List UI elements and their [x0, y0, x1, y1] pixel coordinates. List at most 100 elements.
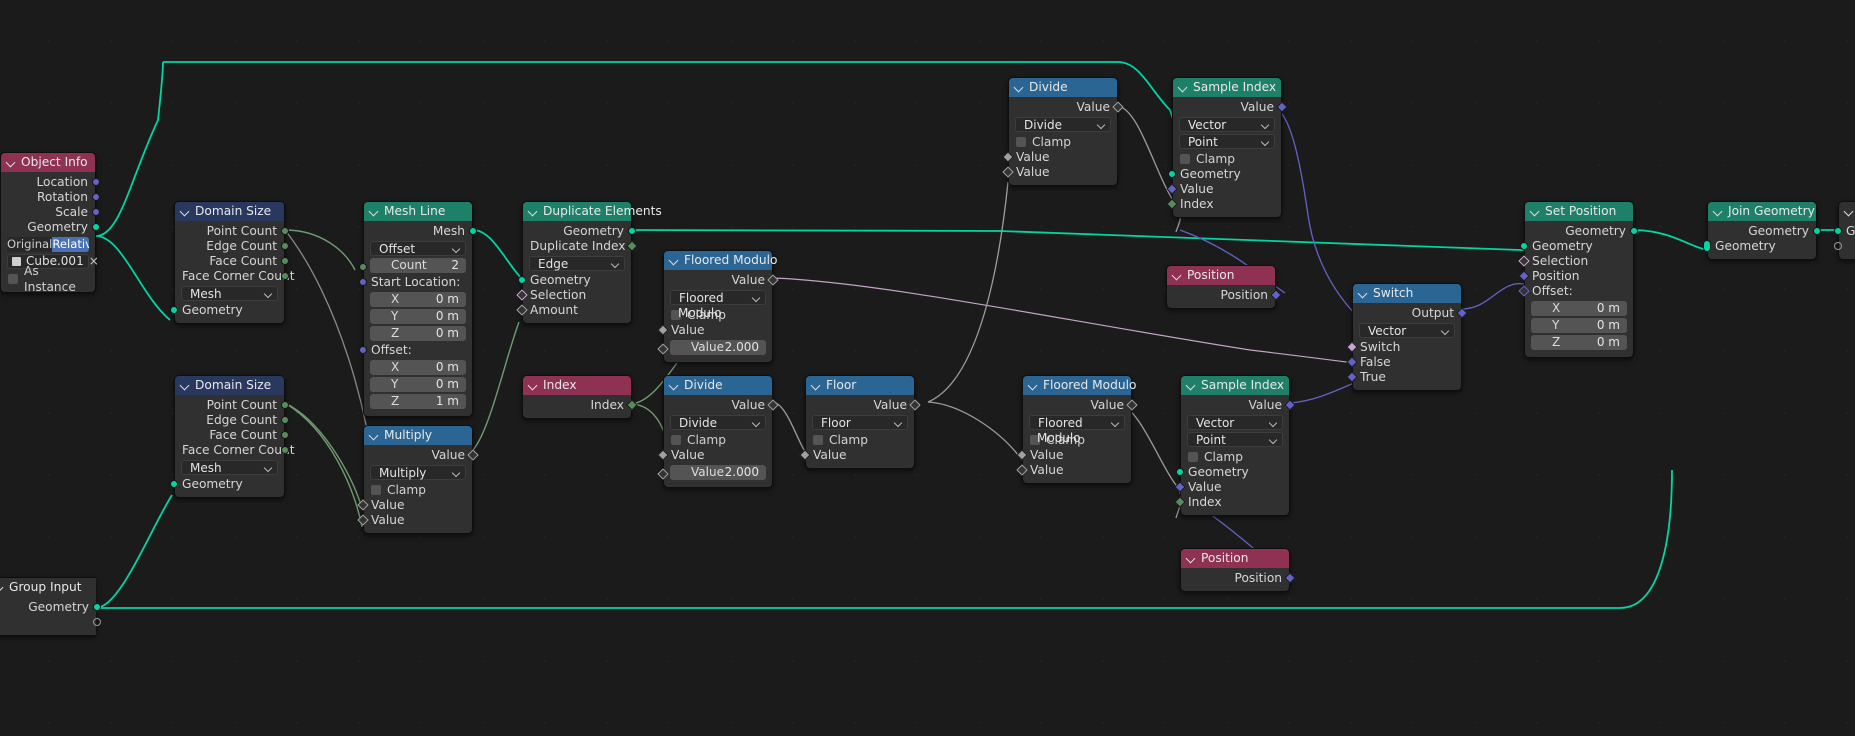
chevron-down-icon[interactable] [7, 158, 16, 167]
start-location-y[interactable]: Y 0 m [370, 309, 466, 324]
chevron-down-icon[interactable] [893, 418, 903, 428]
close-icon[interactable]: × [89, 254, 99, 269]
node-header[interactable]: Group Input [0, 578, 96, 597]
chevron-down-icon[interactable] [181, 207, 190, 216]
output-socket-row[interactable]: Value [1173, 100, 1288, 115]
input-socket-row[interactable]: Value [1016, 463, 1131, 478]
socket-geometry[interactable] [1834, 227, 1842, 235]
output-socket-row[interactable]: Edge Count [175, 239, 289, 254]
output-socket-row[interactable]: Duplicate Index [523, 239, 638, 254]
socket-offset[interactable] [359, 346, 367, 354]
input-socket-row[interactable]: Value [657, 448, 772, 463]
input-socket-row[interactable]: Selection [1518, 254, 1633, 269]
checkbox-clamp[interactable] [813, 435, 823, 445]
socket-add-new[interactable] [93, 618, 101, 626]
node-header[interactable]: Index [523, 376, 631, 395]
socket-geometry-out[interactable] [1813, 227, 1821, 235]
clamp-row[interactable]: Clamp [806, 432, 914, 448]
socket-value-out[interactable] [1126, 399, 1138, 411]
socket-value-out[interactable] [767, 399, 779, 411]
socket-position[interactable] [1270, 289, 1282, 301]
node-header[interactable]: Duplicate Elements [523, 202, 662, 221]
chevron-down-icon[interactable] [1268, 435, 1278, 445]
output-socket-row[interactable]: Value [1023, 398, 1138, 413]
output-socket-row[interactable]: Location [1, 175, 100, 190]
socket-value-out[interactable] [1284, 399, 1296, 411]
offset-z[interactable]: Z 1 m [370, 394, 466, 409]
chevron-down-icon[interactable] [1173, 271, 1182, 280]
socket-value[interactable] [1166, 183, 1178, 195]
input-socket-row[interactable]: Index [1174, 495, 1289, 510]
checkbox-clamp[interactable] [671, 435, 681, 445]
socket-face-corner-count[interactable] [281, 446, 289, 454]
input-socket-row[interactable]: Geometry [518, 273, 631, 288]
socket-geometry[interactable] [1176, 468, 1184, 476]
input-socket-row[interactable]: Value [799, 448, 914, 463]
socket-index[interactable] [1174, 496, 1186, 508]
offset-x[interactable]: X 0 m [370, 360, 466, 375]
output-socket-row[interactable]: Rotation [1, 190, 100, 205]
chevron-down-icon[interactable] [1187, 554, 1196, 563]
input-socket-row[interactable]: Offset: [359, 343, 472, 358]
socket-position[interactable] [1518, 270, 1530, 282]
chevron-down-icon[interactable] [1714, 207, 1723, 216]
node-header[interactable] [1839, 202, 1855, 221]
chevron-down-icon[interactable] [1179, 83, 1188, 92]
output-socket-row[interactable]: Position [1181, 571, 1296, 586]
clamp-row[interactable]: Clamp [364, 482, 472, 498]
value-field[interactable]: Value 2.000 [670, 465, 766, 480]
output-socket-row[interactable]: Value [364, 448, 479, 463]
checkbox-clamp[interactable] [371, 485, 381, 495]
node-join-geometry[interactable]: Join Geometry Geometry Geometry [1703, 201, 1821, 260]
domain-dropdown[interactable]: Point [1187, 432, 1283, 447]
checkbox-clamp[interactable] [1016, 137, 1026, 147]
output-socket-row[interactable]: Face Corner Count [175, 269, 295, 284]
socket-value-out[interactable] [467, 449, 479, 461]
input-socket-row[interactable]: Geometry [1703, 239, 1816, 254]
start-location-x[interactable]: X 0 m [370, 292, 466, 307]
socket-geometry-in[interactable] [518, 276, 526, 284]
node-set-position[interactable]: Set Position Geometry Geometry Selection… [1518, 201, 1638, 358]
node-header[interactable]: Object Info [1, 153, 95, 172]
socket-amount[interactable] [516, 304, 528, 316]
data-type-dropdown[interactable]: Vector [1359, 323, 1455, 338]
node-header[interactable]: Domain Size [175, 202, 284, 221]
node-header[interactable]: Sample Index [1181, 376, 1289, 395]
node-divide-1[interactable]: Divide Value Divide Clamp Value Value 2.… [657, 375, 779, 488]
chevron-down-icon[interactable] [1096, 120, 1106, 130]
input-socket-row[interactable]: True [1346, 370, 1461, 385]
socket-value-a[interactable] [657, 324, 669, 336]
input-socket-row[interactable]: Geometry [1520, 239, 1633, 254]
value-field[interactable]: Value 2.000 [670, 340, 766, 355]
clamp-row[interactable]: Clamp [1009, 134, 1117, 150]
socket-value-b[interactable] [1016, 464, 1028, 476]
socket-geometry[interactable] [1168, 170, 1176, 178]
node-sample-index-bottom[interactable]: Sample Index Value Vector Point Clamp Ge… [1174, 375, 1296, 516]
socket-face-count[interactable] [281, 257, 289, 265]
data-type-dropdown[interactable]: Vector [1187, 415, 1283, 430]
socket-value-out[interactable] [909, 399, 921, 411]
clamp-row[interactable]: Clamp [1173, 151, 1281, 167]
output-socket-row[interactable]: Index [523, 398, 638, 413]
chevron-down-icon[interactable] [1359, 289, 1368, 298]
output-socket-row[interactable]: Point Count [175, 224, 289, 239]
socket-value-a[interactable] [657, 449, 669, 461]
input-socket-row[interactable]: Amount [516, 303, 631, 318]
node-domain-size-top[interactable]: Domain Size Point Count Edge Count Face … [170, 201, 295, 324]
input-socket-row[interactable]: False [1346, 355, 1461, 370]
node-position-bottom[interactable]: Position Position [1180, 548, 1296, 592]
node-duplicate-elements[interactable]: Duplicate Elements Geometry Duplicate In… [516, 201, 662, 324]
socket-face-count[interactable] [281, 431, 289, 439]
socket-value-out[interactable] [1276, 101, 1288, 113]
node-index[interactable]: Index Index [522, 375, 638, 419]
node-group-output[interactable]: G [1834, 201, 1855, 260]
node-mesh-line[interactable]: Mesh Line Mesh Offset Count 2 Start Loca… [359, 201, 477, 417]
socket-edge-count[interactable] [281, 242, 289, 250]
geometry-node-editor[interactable]: Object Info Location Rotation Scale Geom… [0, 0, 1855, 736]
node-sample-index-top[interactable]: Sample Index Value Vector Point Clamp Ge… [1166, 77, 1288, 218]
output-socket-row[interactable]: Position [1167, 288, 1282, 303]
input-socket-row[interactable]: Value [1016, 448, 1131, 463]
output-socket-row[interactable]: Face Count [175, 254, 289, 269]
as-instance-row[interactable]: As Instance [1, 264, 95, 294]
output-socket-row[interactable]: Edge Count [175, 413, 289, 428]
